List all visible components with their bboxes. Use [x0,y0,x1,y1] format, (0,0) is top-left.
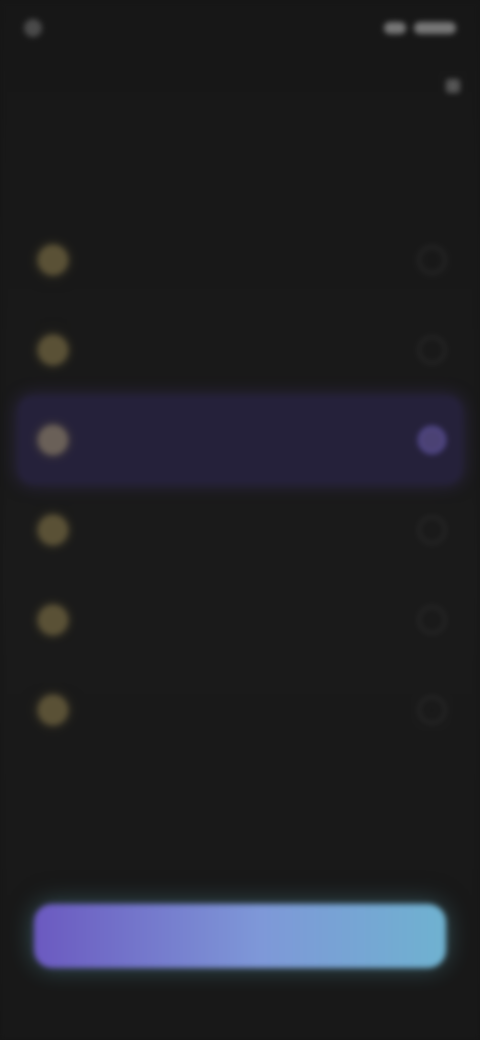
status-left [24,19,52,37]
radio-button[interactable] [418,516,446,544]
continue-button[interactable] [34,904,446,968]
radio-button[interactable] [418,606,446,634]
option-item-4[interactable] [18,486,462,574]
app-screen [0,0,480,1040]
circle-badge-icon [38,515,68,545]
status-right [384,22,456,34]
radio-button-selected[interactable] [418,426,446,454]
top-row [20,74,460,98]
status-bar [24,14,456,42]
option-item-6[interactable] [18,666,462,754]
circle-badge-icon [38,605,68,635]
circle-badge-icon [38,335,68,365]
more-icon[interactable] [446,79,460,93]
option-item-1[interactable] [18,216,462,304]
option-item-3[interactable] [18,396,462,484]
radio-button[interactable] [418,246,446,274]
circle-badge-icon [38,425,68,455]
battery-icon [414,22,456,34]
options-list [18,216,462,756]
signal-icon [384,22,406,34]
option-item-5[interactable] [18,576,462,664]
status-dot-icon [24,19,42,37]
radio-button[interactable] [418,696,446,724]
circle-badge-icon [38,695,68,725]
radio-button[interactable] [418,336,446,364]
option-item-2[interactable] [18,306,462,394]
circle-badge-icon [38,245,68,275]
